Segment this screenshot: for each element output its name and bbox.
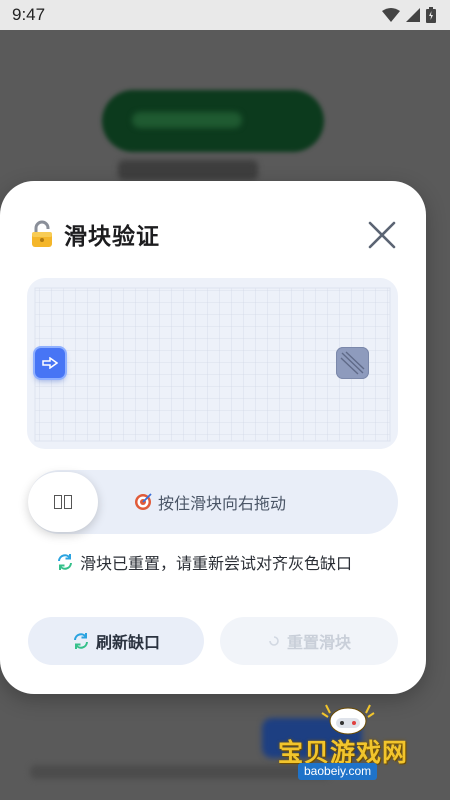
refresh-gap-label: 刷新缺口 — [95, 633, 160, 652]
wifi-icon — [382, 8, 400, 22]
gamepad-mascot-icon — [321, 704, 375, 735]
modal-title: 滑块验证 — [64, 224, 160, 250]
status-time: 9:47 — [12, 5, 46, 24]
site-watermark: 宝贝游戏网 baobeiy.com — [278, 704, 428, 785]
slider-verification-modal: 滑块验证 按住滑块向右拖动 滑块已重置，请重新尝试对齐灰色缺口 刷新缺口 重置滑… — [0, 181, 426, 694]
slider-track[interactable]: 按住滑块向右拖动 — [28, 470, 398, 534]
watermark-url: baobeiy.com — [298, 763, 378, 780]
lock-icon — [32, 220, 52, 247]
gap-texture-icon — [340, 351, 365, 375]
modal-header: 滑块验证 — [30, 217, 160, 251]
puzzle-piece — [35, 348, 65, 378]
slider-hint: 按住滑块向右拖动 — [134, 470, 286, 534]
close-button[interactable] — [364, 217, 400, 253]
background-subtitle — [118, 160, 258, 180]
refresh-icon — [73, 633, 88, 649]
puzzle-gap — [336, 347, 369, 379]
slider-hint-text: 按住滑块向右拖动 — [158, 494, 287, 513]
signal-icon — [406, 8, 420, 22]
puzzle-image — [27, 278, 398, 449]
drag-handle-icon — [54, 495, 72, 509]
refresh-gap-button[interactable]: 刷新缺口 — [28, 617, 204, 665]
slider-handle[interactable] — [28, 472, 98, 532]
refresh-icon — [58, 554, 72, 570]
target-icon — [135, 493, 152, 510]
status-message: 滑块已重置，请重新尝试对齐灰色缺口 — [56, 550, 352, 574]
reset-slider-button[interactable]: 重置滑块 — [220, 617, 398, 665]
arrow-right-icon — [42, 357, 58, 369]
battery-icon — [426, 7, 436, 23]
reset-slider-label: 重置滑块 — [286, 633, 351, 652]
reset-icon — [269, 636, 279, 646]
close-icon — [368, 221, 396, 249]
background-button-text — [132, 112, 242, 128]
status-message-text: 滑块已重置，请重新尝试对齐灰色缺口 — [80, 554, 353, 573]
status-bar: 9:47 — [0, 0, 450, 30]
status-icons — [382, 7, 436, 23]
